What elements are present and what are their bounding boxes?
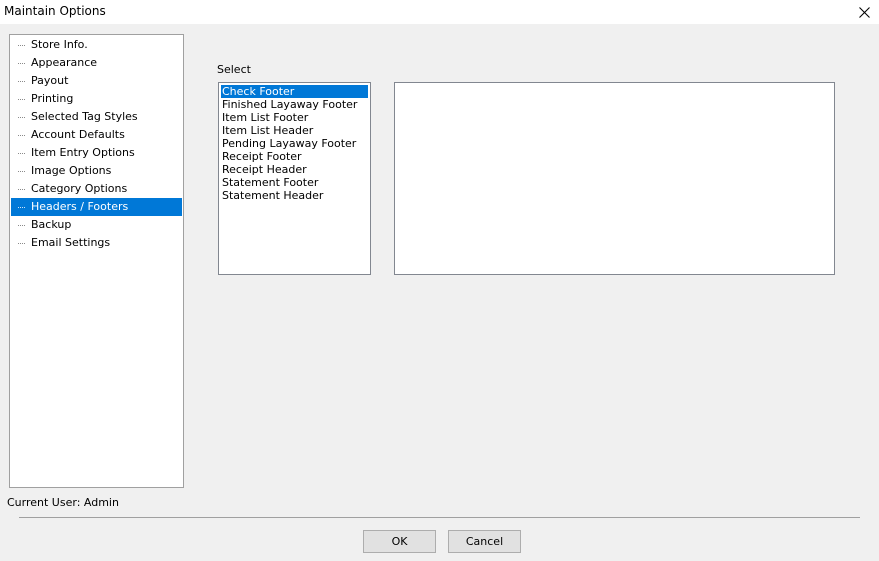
cancel-button[interactable]: Cancel — [448, 530, 521, 553]
tree-connector — [11, 198, 29, 216]
sidebar-item-label: Selected Tag Styles — [31, 110, 138, 123]
divider — [19, 517, 860, 518]
sidebar-item-headers-footers[interactable]: Headers / Footers — [11, 198, 182, 216]
sidebar-item-backup[interactable]: Backup — [11, 216, 73, 234]
section-listbox[interactable]: Check Footer Finished Layaway Footer Item … — [218, 82, 371, 275]
sidebar-item-label: Image Options — [31, 164, 112, 177]
sidebar-item-image-options[interactable]: Image Options — [11, 162, 113, 180]
list-item-statement-footer[interactable]: Statement Footer — [221, 176, 368, 189]
list-item-check-footer[interactable]: Check Footer — [221, 85, 368, 98]
options-tree[interactable]: Store Info. Appearance Payout Printing Selec… — [9, 34, 184, 488]
tree-connector — [11, 108, 29, 126]
ok-button[interactable]: OK — [363, 530, 436, 553]
title-bar: Maintain Options — [0, 0, 879, 24]
list-item-receipt-footer[interactable]: Receipt Footer — [221, 150, 368, 163]
sidebar-item-selected-tag-styles[interactable]: Selected Tag Styles — [11, 108, 140, 126]
sidebar-item-label: Item Entry Options — [31, 146, 135, 159]
sidebar-item-payout[interactable]: Payout — [11, 72, 70, 90]
list-item-statement-header[interactable]: Statement Header — [221, 189, 368, 202]
sidebar-item-item-entry-options[interactable]: Item Entry Options — [11, 144, 137, 162]
sidebar-item-account-defaults[interactable]: Account Defaults — [11, 126, 127, 144]
sidebar-item-label: Category Options — [31, 182, 128, 195]
footer-text-area[interactable] — [394, 82, 835, 275]
select-label: Select — [217, 63, 251, 76]
tree-connector — [11, 180, 29, 198]
list-item-finished-layaway-footer[interactable]: Finished Layaway Footer — [221, 98, 368, 111]
sidebar-item-label: Email Settings — [31, 236, 111, 249]
sidebar-item-category-options[interactable]: Category Options — [11, 180, 129, 198]
list-item-item-list-header[interactable]: Item List Header — [221, 124, 368, 137]
sidebar-item-appearance[interactable]: Appearance — [11, 54, 99, 72]
sidebar-item-label: Store Info. — [31, 38, 88, 51]
close-button[interactable] — [849, 0, 879, 24]
sidebar-item-label: Appearance — [31, 56, 98, 69]
sidebar-item-store-info[interactable]: Store Info. — [11, 36, 90, 54]
sidebar-item-label: Printing — [31, 92, 74, 105]
list-item-receipt-header[interactable]: Receipt Header — [221, 163, 368, 176]
sidebar-item-label: Account Defaults — [31, 128, 125, 141]
window-title: Maintain Options — [4, 4, 106, 18]
tree-connector — [11, 162, 29, 180]
tree-connector — [11, 54, 29, 72]
current-user-status: Current User: Admin — [7, 496, 119, 509]
tree-connector — [11, 72, 29, 90]
close-icon — [858, 6, 870, 18]
tree-connector — [11, 234, 29, 252]
sidebar-item-label: Headers / Footers — [31, 200, 129, 213]
list-item-pending-layaway-footer[interactable]: Pending Layaway Footer — [221, 137, 368, 150]
list-item-item-list-footer[interactable]: Item List Footer — [221, 111, 368, 124]
tree-connector — [11, 216, 29, 234]
tree-connector — [11, 36, 29, 54]
sidebar-item-printing[interactable]: Printing — [11, 90, 75, 108]
sidebar-item-label: Payout — [31, 74, 69, 87]
tree-connector — [11, 126, 29, 144]
tree-connector — [11, 144, 29, 162]
sidebar-item-label: Backup — [31, 218, 72, 231]
sidebar-item-email-settings[interactable]: Email Settings — [11, 234, 112, 252]
tree-connector — [11, 90, 29, 108]
